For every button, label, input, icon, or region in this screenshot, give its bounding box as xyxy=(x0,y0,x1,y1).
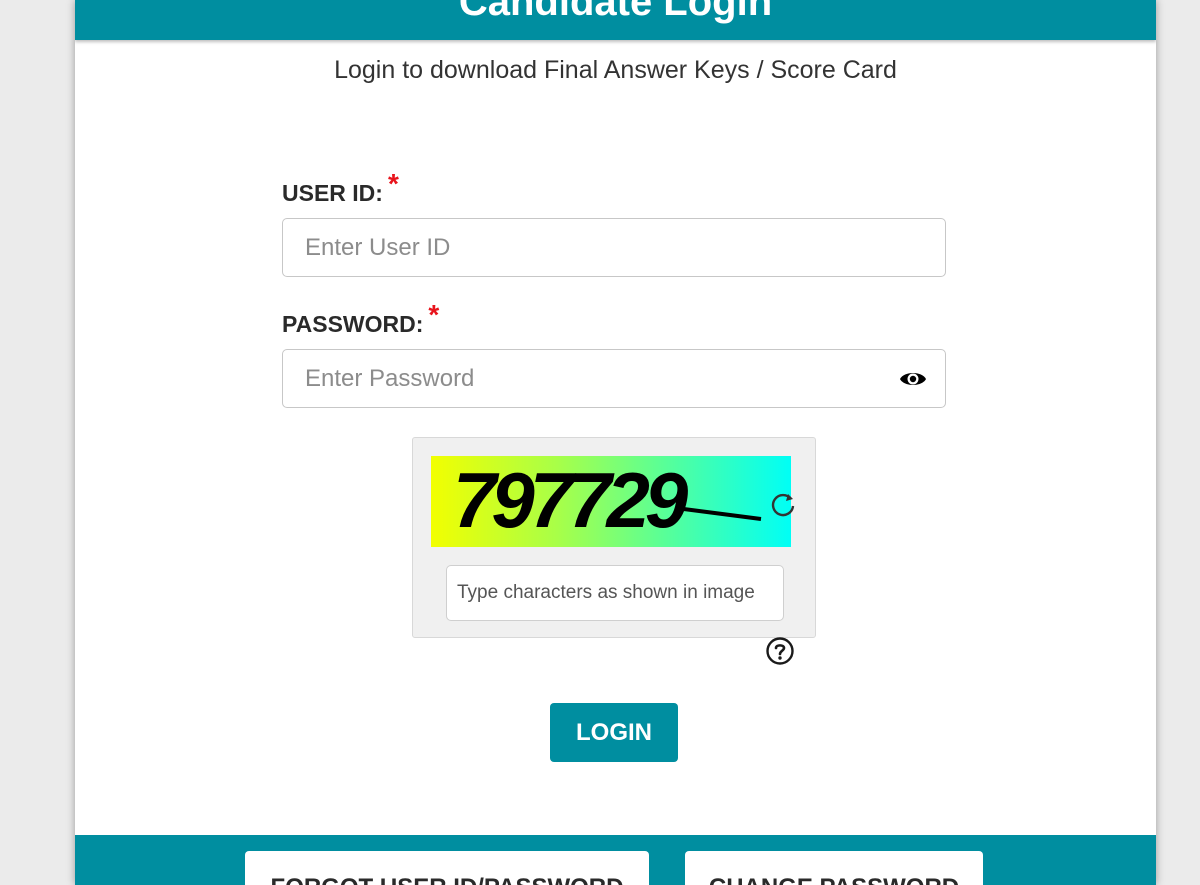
captcha-panel: 797729 xyxy=(412,437,816,638)
user-id-label: USER ID: xyxy=(282,180,383,206)
eye-icon[interactable] xyxy=(899,368,927,390)
footer-bar: FORGOT USER ID/PASSWORD CHANGE PASSWORD xyxy=(75,835,1156,885)
login-subtitle: Login to download Final Answer Keys / Sc… xyxy=(334,56,897,84)
user-id-input[interactable] xyxy=(283,219,945,276)
password-input[interactable] xyxy=(283,350,945,407)
header-bar: Candidate Login xyxy=(75,0,1156,40)
forgot-user-id-password-button[interactable]: FORGOT USER ID/PASSWORD xyxy=(245,851,649,885)
captcha-image: 797729 xyxy=(431,456,791,547)
captcha-input[interactable] xyxy=(447,566,783,620)
password-label-row: PASSWORD: * xyxy=(282,299,439,339)
change-password-button[interactable]: CHANGE PASSWORD xyxy=(685,851,983,885)
required-asterisk: * xyxy=(428,299,440,330)
captcha-field xyxy=(446,565,784,621)
login-button[interactable]: LOGIN xyxy=(550,703,678,762)
captcha-noise-line xyxy=(675,506,762,521)
page-title: Candidate Login xyxy=(458,0,773,24)
required-asterisk: * xyxy=(387,168,399,199)
user-id-label-row: USER ID: * xyxy=(282,168,399,208)
password-field xyxy=(282,349,946,408)
question-circle-icon[interactable] xyxy=(765,636,795,666)
refresh-icon[interactable] xyxy=(769,490,797,518)
login-card: Candidate Login Login to download Final … xyxy=(75,0,1156,885)
user-id-field xyxy=(282,218,946,277)
password-label: PASSWORD: xyxy=(282,311,424,337)
